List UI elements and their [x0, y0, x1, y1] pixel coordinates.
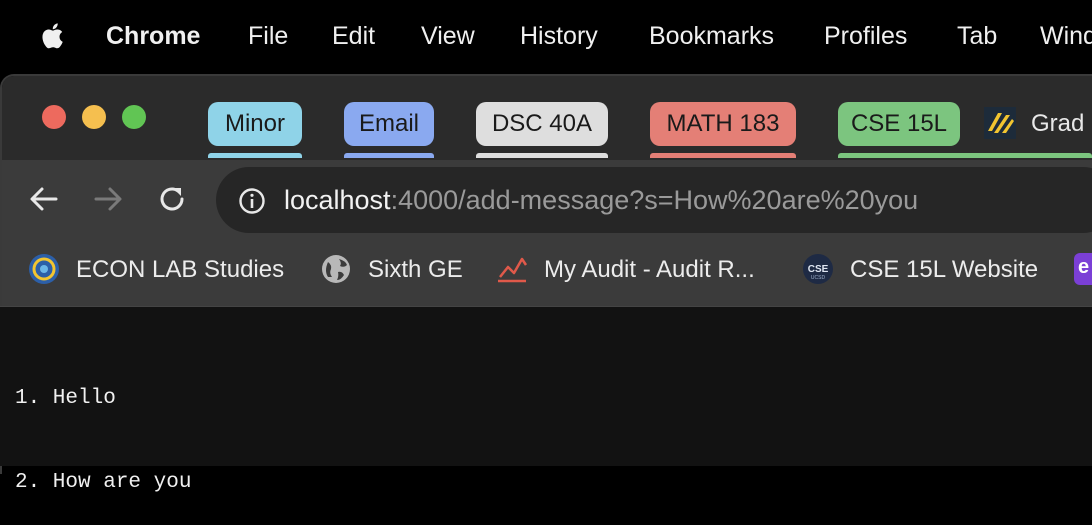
- url-text[interactable]: localhost:4000/add-message?s=How%20are%2…: [284, 180, 918, 220]
- tab-group-cse-15l-underline: [838, 153, 1092, 158]
- menu-profiles[interactable]: Profiles: [824, 19, 907, 53]
- bookmark-cse-15l-website[interactable]: CSE 15L Website: [850, 252, 1038, 288]
- menu-bookmarks[interactable]: Bookmarks: [649, 19, 774, 53]
- tab-group-email-underline: [344, 153, 434, 158]
- reload-icon[interactable]: [156, 183, 188, 215]
- menu-history[interactable]: History: [520, 19, 598, 53]
- bookmark-sixth-ge[interactable]: Sixth GE: [368, 252, 463, 288]
- audit-chart-icon: [498, 257, 528, 283]
- menu-window[interactable]: Wind: [1040, 19, 1092, 53]
- message-list: 1. Hello 2. How are you: [15, 329, 191, 525]
- econ-lab-icon: [29, 254, 59, 284]
- apple-logo-icon[interactable]: [36, 19, 70, 53]
- menu-view[interactable]: View: [421, 19, 475, 53]
- cse-icon: CSE UCSD: [803, 254, 833, 284]
- bookmark-partial-icon[interactable]: e: [1074, 253, 1092, 285]
- globe-icon: [322, 255, 350, 283]
- url-path: :4000/add-message?s=How%20are%20you: [390, 185, 919, 215]
- tab-group-math-183-underline: [650, 153, 796, 158]
- tab-gradescope-title[interactable]: Grad: [1031, 102, 1084, 146]
- tab-group-email[interactable]: Email: [344, 102, 434, 146]
- svg-text:CSE: CSE: [808, 264, 829, 275]
- menu-chrome[interactable]: Chrome: [106, 19, 200, 53]
- menu-tab[interactable]: Tab: [957, 19, 997, 53]
- bookmark-my-audit[interactable]: My Audit - Audit R...: [544, 252, 755, 288]
- menu-file[interactable]: File: [248, 19, 288, 53]
- message-item: 1. Hello: [15, 387, 116, 410]
- message-item: 2. How are you: [15, 471, 192, 494]
- forward-arrow-icon[interactable]: [92, 183, 124, 215]
- tab-group-dsc-40a-underline: [476, 153, 608, 158]
- tab-group-minor-underline: [208, 153, 302, 158]
- menu-edit[interactable]: Edit: [332, 19, 375, 53]
- tab-group-cse-15l[interactable]: CSE 15L: [838, 102, 960, 146]
- close-window-button[interactable]: [42, 105, 66, 129]
- back-arrow-icon[interactable]: [28, 183, 60, 215]
- url-host: localhost: [284, 185, 391, 215]
- site-info-icon[interactable]: [238, 187, 266, 215]
- tab-group-minor[interactable]: Minor: [208, 102, 302, 146]
- minimize-window-button[interactable]: [82, 105, 106, 129]
- tab-group-dsc-40a[interactable]: DSC 40A: [476, 102, 608, 146]
- svg-text:UCSD: UCSD: [811, 275, 826, 281]
- zoom-window-button[interactable]: [122, 105, 146, 129]
- gradescope-icon: [984, 107, 1016, 139]
- macos-menu-bar: Chrome File Edit View History Bookmarks …: [0, 0, 1092, 72]
- bookmark-econ-lab-studies[interactable]: ECON LAB Studies: [76, 252, 284, 288]
- tab-group-math-183[interactable]: MATH 183: [650, 102, 796, 146]
